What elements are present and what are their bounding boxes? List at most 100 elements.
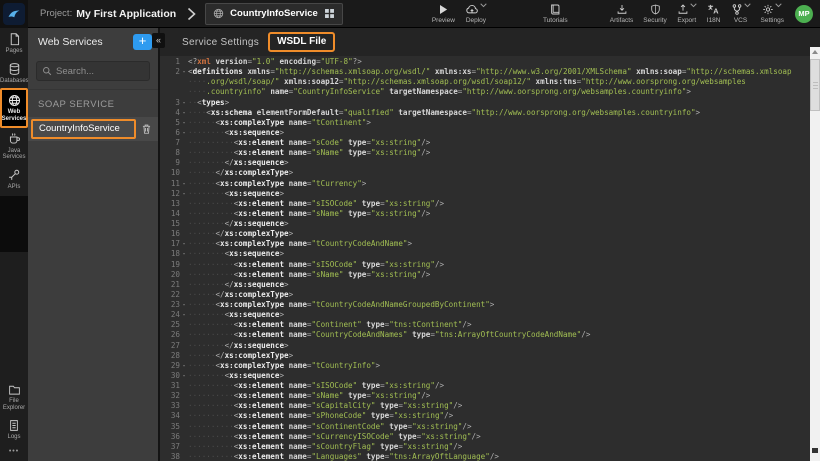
deploy-button[interactable]: Deploy <box>460 0 492 28</box>
globe-icon <box>8 94 21 107</box>
left-rail: Pages Databases Web Services Java Servic… <box>0 28 28 461</box>
user-avatar[interactable]: MP <box>795 5 813 23</box>
top-bar: Project: My First Application CountryInf… <box>0 0 820 28</box>
code-row: 10······</xs:complexType> <box>160 168 810 178</box>
code-row: 23-······<xs:complexType name="tCountryC… <box>160 300 810 310</box>
chevron-down-icon <box>775 3 782 8</box>
service-search[interactable] <box>36 61 150 81</box>
artifacts-button[interactable]: Artifacts <box>605 0 638 28</box>
panel-header: Web Services + <box>28 28 158 55</box>
scrollbar-grip <box>813 80 818 89</box>
sidebar-item-pages[interactable]: Pages <box>0 28 28 58</box>
content-tab-bar: « Service Settings WSDL File <box>160 28 820 56</box>
sidebar-item-label: Pages <box>0 48 28 55</box>
tab-service-settings[interactable]: Service Settings <box>182 37 259 48</box>
sidebar-item-java-services[interactable]: Java Services <box>0 128 28 165</box>
code-row: 2-<definitions xmlns="http://schemas.xml… <box>160 67 810 77</box>
chevron-right-icon[interactable] <box>187 7 196 21</box>
sidebar-item-apis[interactable]: APIs <box>0 164 28 194</box>
i18n-icon: A <box>707 3 720 16</box>
settings-button[interactable]: Settings <box>756 0 790 28</box>
tutorials-button[interactable]: Tutorials <box>538 0 573 28</box>
service-list-item: CountryInfoService <box>28 117 158 141</box>
sidebar-item-label: Logs <box>0 434 28 441</box>
code-row: 27········</xs:sequence> <box>160 341 810 351</box>
code-row: 13··········<xs:element name="sISOCode" … <box>160 199 810 209</box>
preview-button[interactable]: Preview <box>427 0 460 28</box>
wavemaker-logo-icon[interactable] <box>3 3 25 25</box>
code-row: 22······</xs:complexType> <box>160 290 810 300</box>
download-icon <box>616 3 628 16</box>
search-input[interactable] <box>56 66 146 77</box>
code-row: 17-······<xs:complexType name="tCountryC… <box>160 239 810 249</box>
sidebar-item-label: Java Services <box>0 148 28 162</box>
code-row: 11-······<xs:complexType name="tCurrency… <box>160 179 810 189</box>
code-row: 31··········<xs:element name="sISOCode" … <box>160 381 810 391</box>
sidebar-item-web-services[interactable]: Web Services <box>0 88 28 128</box>
chevron-down-icon <box>690 3 697 8</box>
code-row: 29-······<xs:complexType name="tCountryI… <box>160 361 810 371</box>
project-breadcrumb: Project: My First Application <box>40 8 176 20</box>
chevron-down-icon <box>744 3 751 8</box>
vertical-scrollbar[interactable] <box>810 47 820 461</box>
scrollbar-thumb[interactable] <box>810 59 820 111</box>
security-label: Security <box>643 17 666 24</box>
service-name[interactable]: CountryInfoService <box>31 119 136 139</box>
api-connector-icon <box>8 168 21 182</box>
code-row: 1<?xml version="1.0" encoding="UTF-8"?> <box>160 57 810 67</box>
code-row: 3-··<types> <box>160 98 810 108</box>
svg-text:A: A <box>713 7 719 16</box>
i18n-button[interactable]: A I18N <box>702 0 726 28</box>
code-row: 26··········<xs:element name="CountryCod… <box>160 330 810 340</box>
search-icon <box>42 66 52 76</box>
export-icon <box>677 3 689 16</box>
tab-wsdl-file[interactable]: WSDL File <box>268 32 335 52</box>
play-icon <box>437 3 449 16</box>
add-service-button[interactable]: + <box>133 34 152 50</box>
security-button[interactable]: Security <box>638 0 671 28</box>
settings-label: Settings <box>761 17 785 24</box>
code-row: 9········</xs:sequence> <box>160 158 810 168</box>
sidebar-item-label: APIs <box>0 184 28 191</box>
code-row: 14··········<xs:element name="sName" typ… <box>160 209 810 219</box>
code-row: 4-····<xs:schema elementFormDefault="qua… <box>160 108 810 118</box>
deploy-cloud-icon <box>465 3 479 16</box>
code-row: 36··········<xs:element name="sCurrencyI… <box>160 432 810 442</box>
sidebar-item-file-explorer[interactable]: File Explorer <box>0 380 28 415</box>
rail-spacer <box>0 252 28 380</box>
sidebar-item-databases[interactable]: Databases <box>0 58 28 88</box>
code-row: 20··········<xs:element name="sName" typ… <box>160 270 810 280</box>
scroll-down-marker[interactable] <box>812 448 818 453</box>
wsdl-code-editor[interactable]: 1<?xml version="1.0" encoding="UTF-8"?>2… <box>160 56 810 461</box>
code-row: 5-······<xs:complexType name="tContinent… <box>160 118 810 128</box>
database-icon <box>8 62 21 76</box>
code-row: 33··········<xs:element name="sCapitalCi… <box>160 401 810 411</box>
tutorials-label: Tutorials <box>543 17 568 24</box>
globe-icon <box>213 8 224 19</box>
sidebar-item-logs[interactable]: Logs <box>0 415 28 444</box>
chevron-down-icon <box>480 3 487 8</box>
shield-icon <box>650 3 661 16</box>
delete-service-icon[interactable] <box>141 123 152 135</box>
export-label: Export <box>677 17 696 24</box>
topbar-left-actions: Preview Deploy Tutorials <box>427 0 573 28</box>
code-lines: 1<?xml version="1.0" encoding="UTF-8"?>2… <box>160 57 810 461</box>
logo-column <box>0 0 28 28</box>
code-row: 7··········<xs:element name="sCode" type… <box>160 138 810 148</box>
vcs-button[interactable]: VCS <box>726 0 756 28</box>
vcs-label: VCS <box>734 17 747 24</box>
more-options-icon[interactable]: ••• <box>0 444 28 461</box>
project-name: My First Application <box>76 8 176 20</box>
collapse-panel-button[interactable]: « <box>152 33 165 48</box>
code-row: 19··········<xs:element name="sISOCode" … <box>160 260 810 270</box>
scroll-up-arrow-icon[interactable] <box>812 50 818 54</box>
code-row: 24-········<xs:sequence> <box>160 310 810 320</box>
grid-icon[interactable] <box>324 8 335 19</box>
service-tab[interactable]: CountryInfoService <box>205 3 343 25</box>
sidebar-item-label: Databases <box>0 78 28 85</box>
book-icon <box>549 3 561 16</box>
export-button[interactable]: Export <box>672 0 702 28</box>
code-row: 30-········<xs:sequence> <box>160 371 810 381</box>
folder-icon <box>8 384 21 396</box>
app-window: Project: My First Application CountryInf… <box>0 0 820 461</box>
